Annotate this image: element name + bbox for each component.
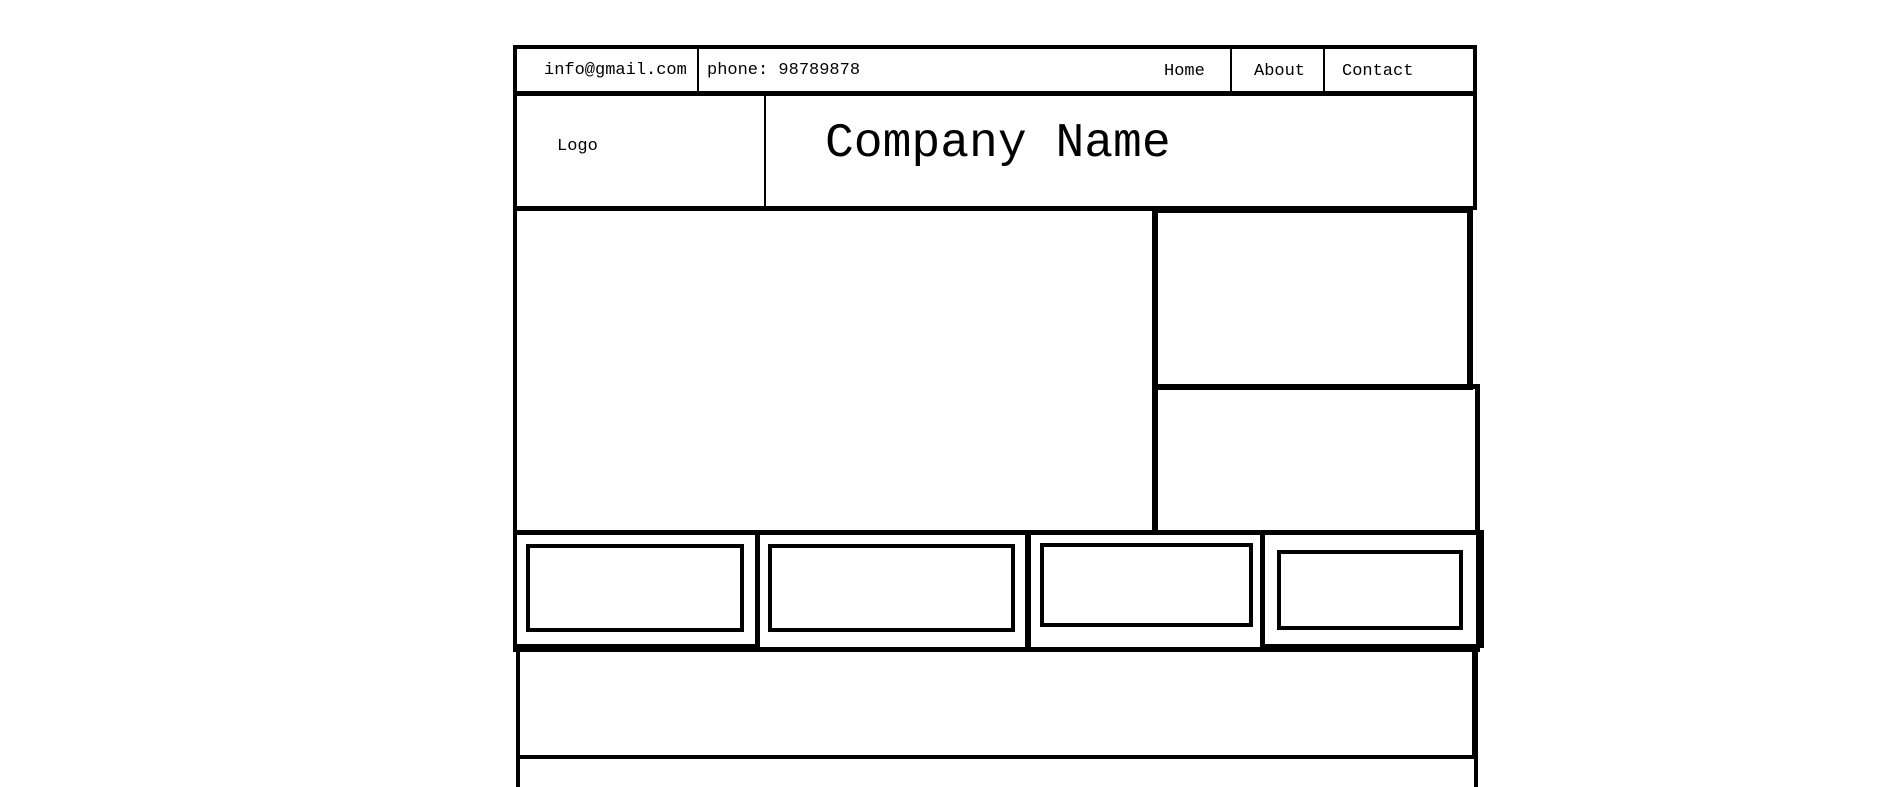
nav-home[interactable]: Home [1164, 63, 1205, 80]
card-cell [755, 530, 1030, 652]
card-cell [513, 530, 759, 648]
card-placeholder [768, 544, 1015, 632]
nav-about[interactable]: About [1254, 63, 1305, 80]
nav-divider [1323, 49, 1325, 91]
topbar-divider [697, 49, 699, 91]
company-name: Company Name [825, 117, 1171, 171]
main-content-area [513, 207, 1158, 535]
header-divider [764, 96, 766, 206]
card-placeholder [1277, 550, 1463, 630]
sidebar-box-bottom [1152, 384, 1480, 535]
site-header: Logo Company Name [513, 92, 1477, 210]
nav-divider [1230, 49, 1232, 91]
card-cell [1026, 530, 1265, 652]
logo[interactable]: Logo [557, 138, 598, 155]
cards-row [513, 530, 1484, 652]
footer-area [516, 647, 1478, 759]
card-placeholder [526, 544, 744, 632]
contact-phone[interactable]: phone: 98789878 [707, 62, 860, 79]
card-placeholder [1040, 543, 1253, 627]
nav-contact[interactable]: Contact [1342, 63, 1413, 80]
card-cell [1261, 530, 1484, 648]
top-bar: info@gmail.com phone: 98789878 Home Abou… [513, 45, 1477, 95]
contact-email[interactable]: info@gmail.com [544, 62, 687, 79]
below-footer-area [516, 755, 1478, 787]
sidebar-box-top [1152, 207, 1473, 390]
